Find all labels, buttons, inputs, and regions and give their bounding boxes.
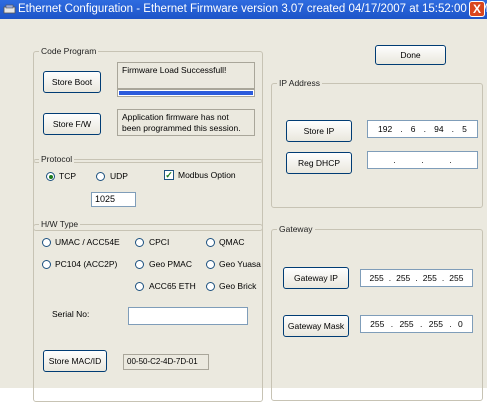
hw-radio-acc65[interactable] xyxy=(135,282,144,291)
gw-dot: . xyxy=(415,273,418,283)
mask-dot: . xyxy=(390,319,394,329)
hw-label-geo-brick: Geo Brick xyxy=(219,281,257,291)
hw-label-pc104: PC104 (ACC2P) xyxy=(55,259,118,269)
mask-octet-1: 255 xyxy=(370,319,385,329)
modbus-option-checkbox[interactable]: ✓ xyxy=(164,170,174,180)
serial-no-label: Serial No: xyxy=(52,309,90,319)
port-input[interactable]: 1025 xyxy=(91,192,136,207)
close-button[interactable]: X xyxy=(469,1,485,17)
code-program-group-label: Code Program xyxy=(39,45,99,57)
reg-dhcp-button[interactable]: Reg DHCP xyxy=(286,152,352,174)
store-fw-button[interactable]: Store F/W xyxy=(43,113,101,135)
close-icon: X xyxy=(472,2,481,16)
hw-type-group-label: H/W Type xyxy=(39,218,81,230)
title-bar[interactable]: Ethernet Configuration - Ethernet Firmwa… xyxy=(0,0,487,19)
hw-radio-geo-brick[interactable] xyxy=(206,282,215,291)
ip-dot: . xyxy=(400,124,403,134)
udp-radio-label: UDP xyxy=(110,171,128,181)
gw-octet-4: 255 xyxy=(449,273,464,283)
hw-radio-geo-yuasa[interactable] xyxy=(206,260,215,269)
dhcp-dot: . xyxy=(393,155,396,165)
hw-radio-qmac[interactable] xyxy=(206,238,215,247)
serial-no-input[interactable] xyxy=(128,307,248,325)
ip-octet-1: 192 xyxy=(378,124,393,134)
mask-octet-4: 0 xyxy=(458,319,463,329)
fw-status-text: Application firmware has not been progra… xyxy=(117,109,255,136)
mask-octet-2: 255 xyxy=(399,319,414,329)
protocol-group-label: Protocol xyxy=(39,153,75,165)
gateway-group-label: Gateway xyxy=(277,223,315,235)
dhcp-dot: . xyxy=(449,155,452,165)
ethernet-config-window: Ethernet Configuration - Ethernet Firmwa… xyxy=(0,0,487,402)
boot-status-text: Firmware Load Successfull! xyxy=(117,62,255,89)
gw-dot: . xyxy=(441,273,445,283)
hw-label-umac: UMAC / ACC54E xyxy=(55,237,120,247)
ip-octet-4: 5 xyxy=(462,124,467,134)
hw-label-geo-yuasa: Geo Yuasa xyxy=(219,259,261,269)
ip-octet-2: 6 xyxy=(410,124,416,134)
dialog-client-area: Code Program Store Boot Firmware Load Su… xyxy=(0,19,487,402)
mac-address-display: 00-50-C2-4D-7D-01 xyxy=(123,354,209,370)
hw-radio-pc104[interactable] xyxy=(42,260,51,269)
hw-radio-geo-pmac[interactable] xyxy=(135,260,144,269)
hw-label-qmac: QMAC xyxy=(219,237,245,247)
hw-radio-umac[interactable] xyxy=(42,238,51,247)
store-mac-id-button[interactable]: Store MAC/ID xyxy=(43,350,107,372)
store-boot-button[interactable]: Store Boot xyxy=(43,71,101,93)
gateway-ip-button[interactable]: Gateway IP xyxy=(283,267,349,289)
app-icon xyxy=(3,4,16,14)
gw-octet-2: 255 xyxy=(396,273,411,283)
gw-octet-1: 255 xyxy=(369,273,384,283)
tcp-radio-label: TCP xyxy=(59,171,76,181)
gateway-mask-field[interactable]: 255. 255. 255. 0 xyxy=(360,315,473,333)
ip-dot: . xyxy=(451,124,455,134)
mask-dot: . xyxy=(449,319,452,329)
ip-address-group: IP Address xyxy=(271,77,483,208)
gateway-mask-button[interactable]: Gateway Mask xyxy=(283,315,349,337)
ip-octet-3: 94 xyxy=(434,124,444,134)
firmware-progress-bar xyxy=(117,89,255,97)
ip-address-group-label: IP Address xyxy=(277,77,322,89)
ip-dot: . xyxy=(423,124,426,134)
done-button[interactable]: Done xyxy=(375,45,446,65)
gateway-ip-field[interactable]: 255. 255. 255. 255 xyxy=(360,269,473,287)
gw-dot: . xyxy=(388,273,392,283)
tcp-radio[interactable] xyxy=(46,172,55,181)
ip-address-field[interactable]: 192. 6. 94. 5 xyxy=(367,120,478,138)
store-ip-button[interactable]: Store IP xyxy=(286,120,352,142)
hw-radio-cpci[interactable] xyxy=(135,238,144,247)
window-title: Ethernet Configuration - Ethernet Firmwa… xyxy=(18,3,487,15)
mask-octet-3: 255 xyxy=(428,319,443,329)
modbus-option-label: Modbus Option xyxy=(178,170,236,180)
udp-radio[interactable] xyxy=(96,172,105,181)
hw-label-acc65: ACC65 ETH xyxy=(149,281,196,291)
hw-label-cpci: CPCI xyxy=(149,237,170,247)
gw-octet-3: 255 xyxy=(422,273,437,283)
progress-fill xyxy=(119,91,253,95)
mask-dot: . xyxy=(420,319,423,329)
dhcp-address-field[interactable]: . . . xyxy=(367,151,478,169)
dhcp-dot: . xyxy=(421,155,424,165)
hw-label-geo-pmac: Geo PMAC xyxy=(149,259,192,269)
